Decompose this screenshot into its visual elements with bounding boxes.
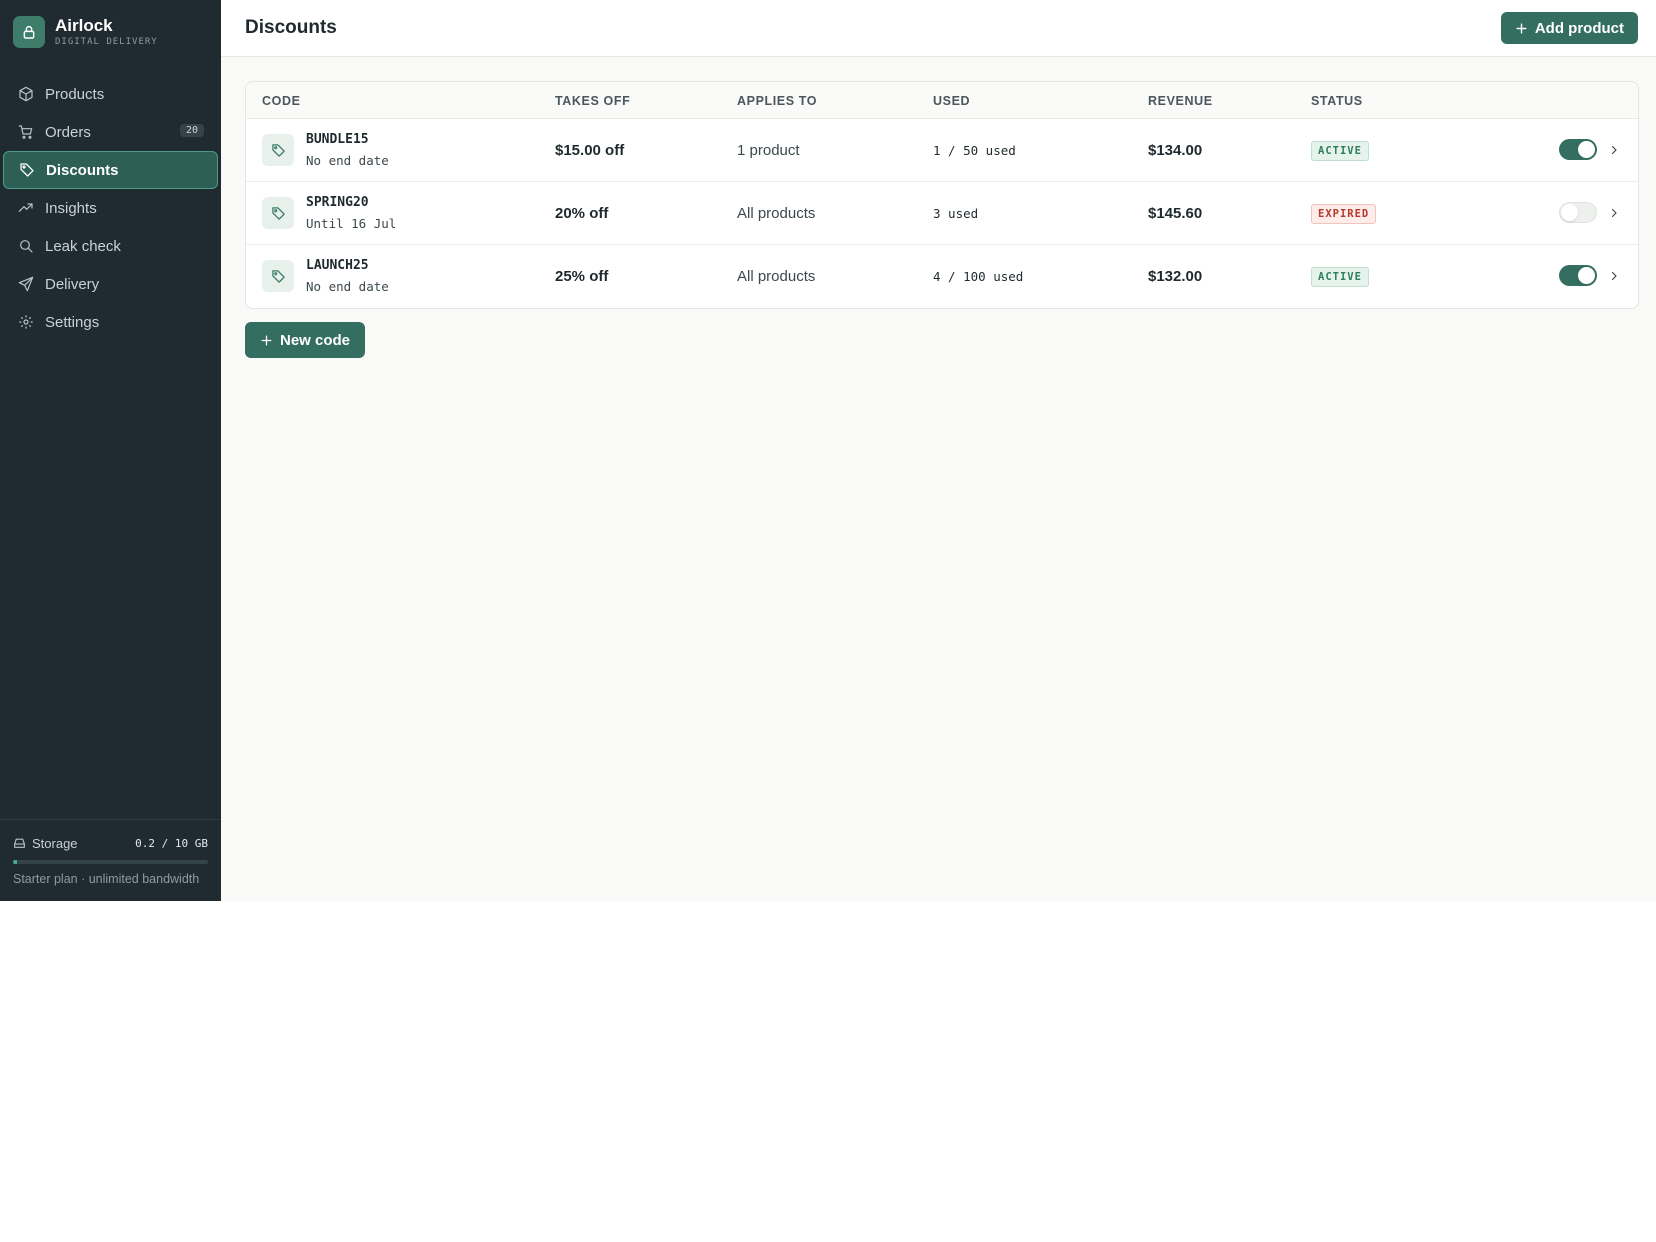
sidebar-item-label: Products (45, 85, 105, 103)
chevron-right-icon[interactable] (1606, 141, 1622, 159)
sidebar: Airlock DIGITAL DELIVERY Products Orders… (0, 0, 221, 901)
main-content: Discounts Add product CODE TAKES OFF APP… (221, 0, 1656, 901)
app-window: Airlock DIGITAL DELIVERY Products Orders… (0, 0, 1656, 901)
used-value: 1 / 50 used (933, 143, 1016, 158)
sidebar-item-label: Orders (45, 123, 91, 141)
sidebar-item-discounts[interactable]: Discounts (3, 151, 218, 189)
topbar: Discounts Add product (221, 0, 1656, 57)
chevron-right-icon[interactable] (1606, 267, 1622, 285)
column-header-code: CODE (262, 94, 301, 108)
toggle-knob (1578, 141, 1595, 158)
revenue-value: $145.60 (1148, 205, 1203, 222)
page-title: Discounts (245, 17, 337, 38)
toggle-knob (1578, 267, 1595, 284)
table-row[interactable]: SPRING20 Until 16 Jul 20% off All produc… (246, 182, 1638, 245)
sidebar-item-settings[interactable]: Settings (3, 303, 218, 341)
search-icon (17, 237, 35, 255)
status-badge: ACTIVE (1311, 140, 1369, 161)
revenue-value: $134.00 (1148, 142, 1203, 159)
sidebar-item-label: Discounts (46, 161, 119, 179)
new-code-button[interactable]: New code (245, 322, 366, 358)
discount-enabled-toggle[interactable] (1559, 202, 1597, 223)
storage-label: Storage (13, 836, 78, 851)
discount-end-date: No end date (306, 153, 389, 168)
box-icon (17, 85, 35, 103)
applies-to-value: All products (737, 268, 816, 285)
storage-panel: Storage 0.2 / 10 GB Starter plan · unlim… (0, 819, 221, 901)
storage-label-text: Storage (32, 836, 78, 851)
discount-code: BUNDLE15 (306, 132, 369, 147)
status-cell: ACTIVE (1311, 119, 1369, 182)
discount-end-date: Until 16 Jul (306, 216, 397, 231)
plus-icon (1515, 22, 1528, 35)
discount-enabled-toggle[interactable] (1559, 265, 1597, 286)
tag-icon (18, 161, 36, 179)
storage-progress-bar (13, 860, 208, 864)
sidebar-item-label: Settings (45, 313, 100, 331)
toggle-knob (1561, 204, 1578, 221)
discount-end-date: No end date (306, 279, 389, 294)
table-row[interactable]: LAUNCH25 No end date 25% off All product… (246, 245, 1638, 308)
takes-off-value: 20% off (555, 205, 609, 222)
orders-count-badge: 20 (179, 124, 204, 137)
status-badge: EXPIRED (1311, 203, 1377, 224)
gear-icon (17, 313, 35, 331)
tag-icon (262, 260, 294, 292)
used-value: 4 / 100 used (933, 269, 1024, 284)
column-header-revenue: REVENUE (1148, 94, 1213, 108)
discount-enabled-toggle[interactable] (1559, 139, 1597, 160)
sidebar-item-label: Delivery (45, 275, 100, 293)
sidebar-item-delivery[interactable]: Delivery (3, 265, 218, 303)
column-header-takes-off: TAKES OFF (555, 94, 631, 108)
brand-subtitle: DIGITAL DELIVERY (55, 37, 158, 47)
trend-icon (17, 199, 35, 217)
lock-icon (13, 16, 45, 48)
hard-drive-icon (13, 837, 26, 850)
column-header-status: STATUS (1311, 94, 1363, 108)
storage-usage: 0.2 / 10 GB (135, 837, 208, 850)
column-header-used: USED (933, 94, 971, 108)
takes-off-value: $15.00 off (555, 142, 625, 159)
add-product-button[interactable]: Add product (1500, 12, 1638, 44)
status-badge: ACTIVE (1311, 266, 1369, 287)
sidebar-item-insights[interactable]: Insights (3, 189, 218, 227)
new-code-label: New code (280, 331, 351, 349)
brand-name: Airlock (55, 16, 113, 35)
sidebar-nav: Products Orders 20 Discounts Insights Le… (0, 75, 221, 341)
used-value: 3 used (933, 206, 979, 221)
send-icon (17, 275, 35, 293)
sidebar-item-orders[interactable]: Orders 20 (3, 113, 218, 151)
status-cell: ACTIVE (1311, 245, 1369, 308)
table-row[interactable]: BUNDLE15 No end date $15.00 off 1 produc… (246, 119, 1638, 182)
tag-icon (262, 197, 294, 229)
takes-off-value: 25% off (555, 268, 609, 285)
sidebar-item-label: Insights (45, 199, 97, 217)
add-product-label: Add product (1534, 19, 1624, 37)
discounts-table: CODE TAKES OFF APPLIES TO USED REVENUE S… (245, 81, 1639, 309)
revenue-value: $132.00 (1148, 268, 1203, 285)
plan-info: Starter plan · unlimited bandwidth (13, 872, 200, 886)
sidebar-item-label: Leak check (45, 237, 121, 255)
applies-to-value: All products (737, 205, 816, 222)
chevron-right-icon[interactable] (1606, 204, 1622, 222)
sidebar-item-products[interactable]: Products (3, 75, 218, 113)
status-cell: EXPIRED (1311, 182, 1377, 245)
brand[interactable]: Airlock DIGITAL DELIVERY (0, 0, 221, 64)
column-header-applies-to: APPLIES TO (737, 94, 818, 108)
sidebar-item-leak-check[interactable]: Leak check (3, 227, 218, 265)
storage-progress-fill (13, 860, 17, 864)
applies-to-value: 1 product (737, 142, 800, 159)
discount-code: LAUNCH25 (306, 258, 369, 273)
table-header: CODE TAKES OFF APPLIES TO USED REVENUE S… (246, 82, 1638, 119)
discount-code: SPRING20 (306, 195, 369, 210)
tag-icon (262, 134, 294, 166)
cart-icon (17, 123, 35, 141)
plus-icon (260, 334, 273, 347)
